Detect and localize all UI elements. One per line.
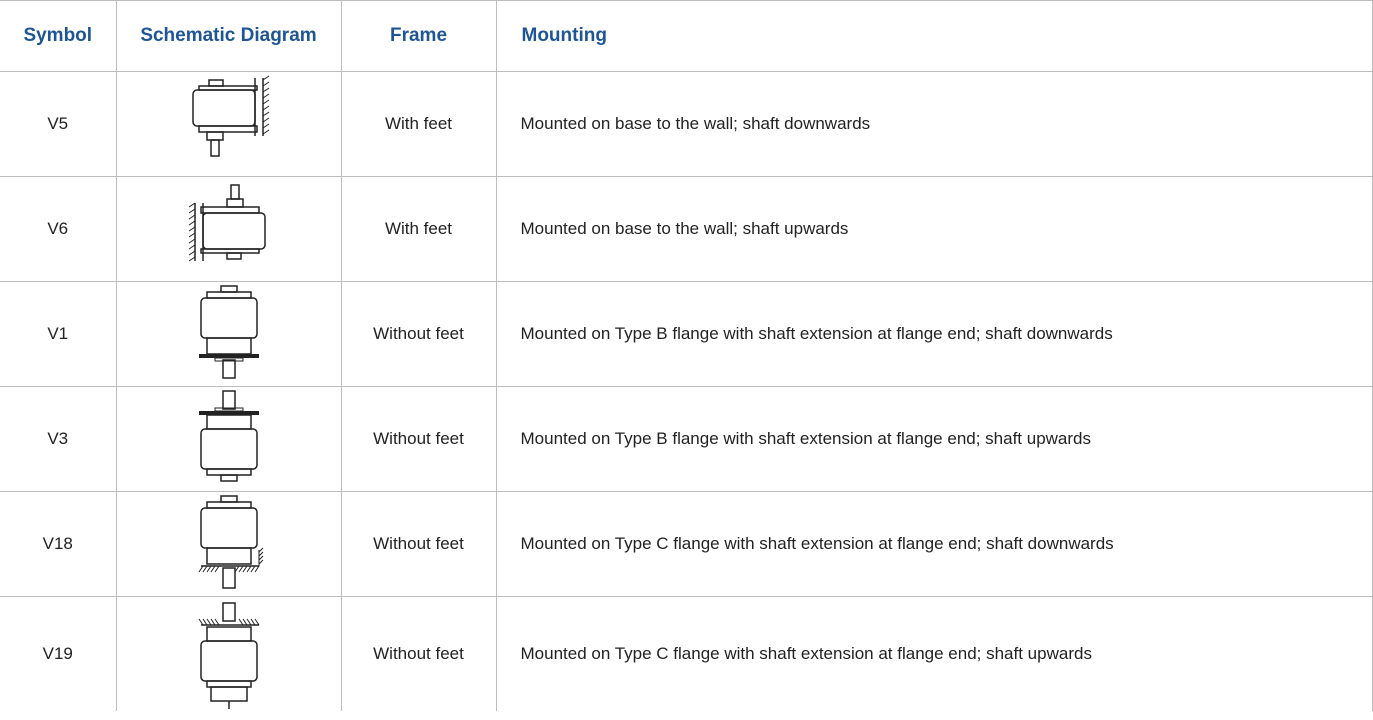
mounting-cell: Mounted on base to the wall; shaft downw… <box>495 71 1373 177</box>
mounting-cell: Mounted on Type B flange with shaft exte… <box>495 281 1373 387</box>
table-row: V19 Without feet Mounted on Type C flang… <box>0 596 1373 711</box>
diagram-header: Schematic Diagram <box>115 0 342 72</box>
mounting-cell: Mounted on base to the wall; shaft upwar… <box>495 176 1373 282</box>
symbol-cell: V5 <box>0 71 117 177</box>
mounting-cell: Mounted on Type C flange with shaft exte… <box>495 596 1373 711</box>
symbol-cell: V3 <box>0 386 117 492</box>
frame-cell: Without feet <box>340 386 497 492</box>
frame-cell: With feet <box>340 71 497 177</box>
symbol-header: Symbol <box>0 0 117 72</box>
wall-mount-shaft-down-icon <box>191 75 269 157</box>
table-row: V5 With feet Mounted on base to the wall… <box>0 71 1373 177</box>
diagram-cell <box>115 386 342 492</box>
table-row: V3 Without feet Mounted on Type B flange… <box>0 386 1373 492</box>
table-row: V6 With feet Mounted on base to the wall… <box>0 176 1373 282</box>
diagram-cell <box>115 281 342 387</box>
diagram-cell <box>115 491 342 597</box>
frame-cell: With feet <box>340 176 497 282</box>
diagram-cell <box>115 596 342 711</box>
mounting-header: Mounting <box>495 0 1373 72</box>
flange-c-shaft-up-icon <box>198 602 259 709</box>
symbol-cell: V18 <box>0 491 117 597</box>
flange-b-shaft-down-icon <box>198 285 259 379</box>
table-row: V1 Without feet Mounted on Type B flange… <box>0 281 1373 387</box>
flange-c-shaft-down-icon <box>198 495 263 589</box>
wall-mount-shaft-up-icon <box>188 184 266 262</box>
mounting-cell: Mounted on Type B flange with shaft exte… <box>495 386 1373 492</box>
symbol-cell: V1 <box>0 281 117 387</box>
diagram-cell <box>115 71 342 177</box>
symbol-cell: V19 <box>0 596 117 711</box>
mounting-cell: Mounted on Type C flange with shaft exte… <box>495 491 1373 597</box>
symbol-cell: V6 <box>0 176 117 282</box>
flange-b-shaft-up-icon <box>198 390 259 482</box>
table-row: V18 Without feet Mounted on Type C flang… <box>0 491 1373 597</box>
mounting-table: Symbol Schematic Diagram Frame Mounting … <box>0 0 1373 711</box>
frame-cell: Without feet <box>340 281 497 387</box>
frame-cell: Without feet <box>340 491 497 597</box>
frame-header: Frame <box>340 0 497 72</box>
header-row: Symbol Schematic Diagram Frame Mounting <box>0 0 1373 72</box>
frame-cell: Without feet <box>340 596 497 711</box>
diagram-cell <box>115 176 342 282</box>
